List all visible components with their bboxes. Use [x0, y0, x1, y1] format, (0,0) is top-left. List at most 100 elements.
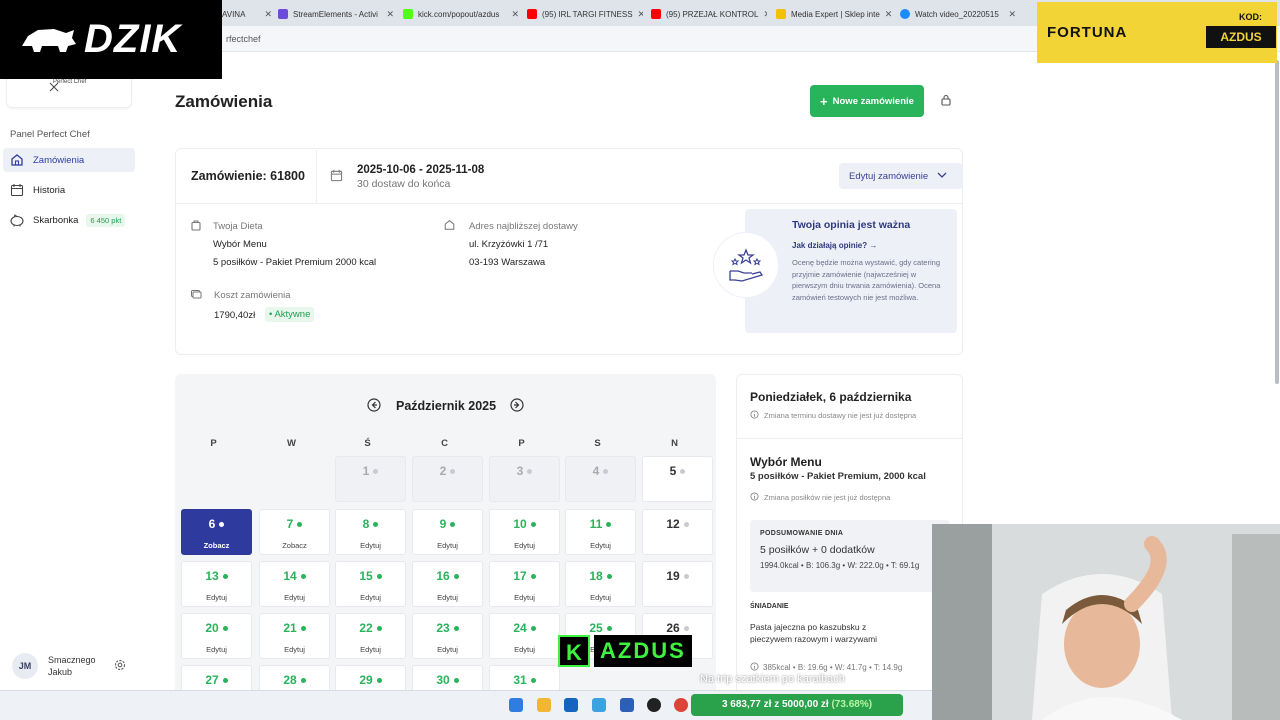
kick-logo: K — [558, 635, 590, 667]
browser-tab[interactable]: kick.com/popout/azdus ✕ — [403, 4, 519, 24]
chrome-icon[interactable] — [674, 698, 688, 712]
day-action[interactable]: Zobacz — [260, 541, 329, 550]
day-number-text: 6 — [208, 517, 216, 531]
calendar-day[interactable]: 4 — [565, 456, 636, 502]
status-dot-icon — [530, 626, 536, 632]
calendar-day[interactable]: 11 Edytuj — [565, 509, 636, 555]
user-profile[interactable]: JM Smacznego Jakub — [12, 653, 96, 679]
boar-icon — [22, 28, 76, 52]
browser-tab[interactable]: AVINA ✕ — [222, 4, 272, 24]
calendar-day[interactable]: 19 — [642, 561, 713, 607]
order-number: Zamówienie: 61800 — [191, 169, 305, 183]
day-action[interactable]: Edytuj — [182, 593, 251, 602]
browser-tab[interactable]: Watch video_20220515 ✕ — [900, 4, 1016, 24]
calendar-day[interactable]: 10 Edytuj — [489, 509, 560, 555]
calendar-day[interactable]: 18 Edytuj — [565, 561, 636, 607]
status-dot-icon — [376, 678, 382, 684]
calendar-day[interactable]: 22 Edytuj — [335, 613, 406, 659]
day-action[interactable]: Edytuj — [182, 645, 251, 654]
sponsor-banner: FORTUNA KOD: AZDUS — [1037, 2, 1277, 63]
day-action[interactable]: Edytuj — [490, 645, 559, 654]
new-order-button[interactable]: + Nowe zamówienie — [810, 85, 924, 117]
browser-tab[interactable]: (95) IRL TARGI FITNESS ✕ — [527, 4, 643, 24]
obs-icon[interactable] — [647, 698, 661, 712]
calendar-day[interactable]: 6 Zobacz — [181, 509, 252, 555]
close-tab-icon[interactable]: ✕ — [511, 9, 519, 20]
close-tab-icon[interactable]: ✕ — [638, 9, 643, 20]
status-dot-icon — [530, 522, 536, 528]
calendar-day[interactable]: 14 Edytuj — [259, 561, 330, 607]
day-action[interactable]: Edytuj — [336, 541, 405, 550]
plus-icon: + — [820, 93, 828, 109]
day-number-text: 15 — [359, 569, 373, 583]
day-action[interactable]: Edytuj — [413, 593, 482, 602]
calendar-day[interactable]: 12 — [642, 509, 713, 555]
day-action[interactable]: Edytuj — [413, 645, 482, 654]
calendar-day[interactable]: 3 — [489, 456, 560, 502]
day-action[interactable]: Edytuj — [260, 645, 329, 654]
calendar-month: Październik 2025 — [396, 399, 497, 413]
day-action[interactable]: Edytuj — [336, 645, 405, 654]
calendar-day[interactable]: 15 Edytuj — [335, 561, 406, 607]
app-icon[interactable] — [620, 698, 634, 712]
calendar-day[interactable]: 5 — [642, 456, 713, 502]
scrollbar[interactable] — [1275, 60, 1279, 384]
calendar-day[interactable]: 24 Edytuj — [489, 613, 560, 659]
calendar-day[interactable]: 17 Edytuj — [489, 561, 560, 607]
day-number-text: 21 — [283, 621, 297, 635]
status-dot-icon — [453, 574, 459, 580]
day-number: 21 — [260, 621, 329, 635]
dzik-logo: DZIK — [0, 0, 222, 79]
calendar-day[interactable]: 23 Edytuj — [412, 613, 483, 659]
day-action[interactable]: Edytuj — [566, 593, 635, 602]
day-action[interactable]: Edytuj — [490, 541, 559, 550]
calendar-day[interactable]: 7 Zobacz — [259, 509, 330, 555]
app-icon[interactable] — [592, 698, 606, 712]
status-badge: • Aktywne — [265, 307, 315, 322]
calendar-day[interactable]: 21 Edytuj — [259, 613, 330, 659]
sidebar-item-skarbonka[interactable]: Skarbonka 6 450 pkt — [3, 208, 135, 232]
day-action[interactable]: Edytuj — [490, 593, 559, 602]
calendar-day[interactable]: 8 Edytuj — [335, 509, 406, 555]
calendar-day[interactable]: 9 Edytuj — [412, 509, 483, 555]
close-tab-icon[interactable]: ✕ — [264, 9, 272, 20]
lock-icon[interactable] — [940, 93, 952, 111]
outlook-icon[interactable] — [564, 698, 578, 712]
day-number-text: 16 — [436, 569, 450, 583]
day-number-text: 29 — [359, 673, 373, 687]
opinion-info-link[interactable]: Jak działają opinie? → — [792, 241, 877, 250]
browser-tab[interactable]: StreamElements - Activi ✕ — [278, 4, 394, 24]
calendar-day[interactable]: 2 — [412, 456, 483, 502]
close-tab-icon[interactable]: ✕ — [763, 9, 767, 20]
edit-order-button[interactable]: Edytuj zamówienie — [839, 163, 963, 189]
address-street: ul. Krzyżówki 1 /71 — [469, 239, 549, 250]
status-dot-icon — [683, 626, 689, 632]
favicon-icon — [527, 9, 537, 19]
calendar-day[interactable]: 13 Edytuj — [181, 561, 252, 607]
close-tab-icon[interactable]: ✕ — [885, 9, 892, 20]
calendar-day[interactable]: 16 Edytuj — [412, 561, 483, 607]
sidebar-item-label: Zamówienia — [33, 154, 85, 166]
close-tab-icon[interactable]: ✕ — [1008, 9, 1016, 20]
day-action[interactable]: Edytuj — [336, 593, 405, 602]
calendar-day[interactable]: 1 — [335, 456, 406, 502]
info-icon — [750, 492, 759, 503]
windows-start-icon[interactable] — [509, 698, 523, 712]
browser-tab[interactable]: (95) PRZEJAŁ KONTROL✕ — [651, 4, 767, 24]
day-number: 15 — [336, 569, 405, 583]
sidebar-item-historia[interactable]: Historia — [3, 178, 135, 202]
sidebar-item-zamowienia[interactable]: Zamówienia — [3, 148, 135, 172]
day-action[interactable]: Edytuj — [260, 593, 329, 602]
day-action[interactable]: Zobacz — [182, 541, 251, 550]
gear-icon[interactable] — [113, 658, 127, 677]
file-explorer-icon[interactable] — [537, 698, 551, 712]
day-action[interactable]: Edytuj — [566, 541, 635, 550]
home-icon — [443, 218, 456, 236]
sidebar-item-label: Historia — [33, 184, 66, 196]
prev-month-button[interactable] — [367, 398, 381, 417]
next-month-button[interactable] — [510, 398, 524, 417]
calendar-day[interactable]: 20 Edytuj — [181, 613, 252, 659]
browser-tab[interactable]: Media Expert | Sklep inte ✕ — [776, 4, 892, 24]
day-action[interactable]: Edytuj — [413, 541, 482, 550]
close-tab-icon[interactable]: ✕ — [386, 9, 394, 20]
